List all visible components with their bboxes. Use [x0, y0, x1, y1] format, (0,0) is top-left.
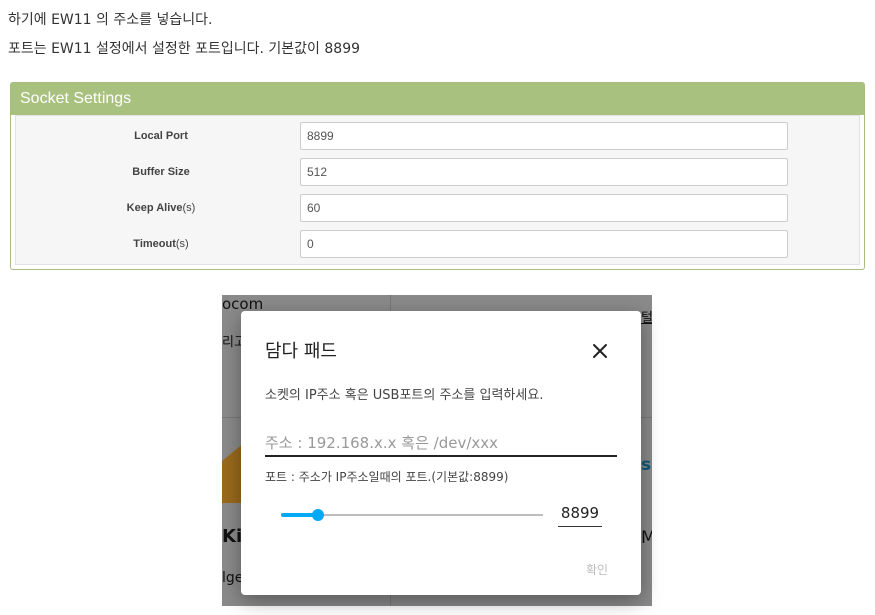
port-slider[interactable]	[281, 505, 543, 525]
local-port-input[interactable]: 8899	[300, 122, 788, 150]
damda-pad-dialog: 담다 패드 소켓의 IP주소 혹은 USB포트의 주소를 입력하세요. 포트 :…	[241, 311, 641, 595]
intro-line-2: 포트는 EW11 설정에서 설정한 포트입니다. 기본값이 8899	[8, 41, 361, 57]
port-help-text: 포트 : 주소가 IP주소일때의 포트.(기본값:8899)	[265, 470, 509, 484]
socket-settings-panel: Socket Settings Local Port 8899 Buffer S…	[10, 82, 865, 270]
keep-alive-input[interactable]: 60	[300, 194, 788, 222]
dialog-title: 담다 패드	[265, 341, 337, 362]
intro-text: 하기에 EW11 의 주소를 넣습니다. 포트는 EW11 설정에서 설정한 포…	[8, 6, 360, 64]
row-label: Local Port	[134, 130, 188, 142]
background-fragment: s	[641, 455, 652, 475]
row-label: Timeout(s)	[133, 238, 189, 250]
port-number-field[interactable]: 8899	[558, 500, 602, 527]
row-local-port: Local Port 8899	[16, 122, 859, 152]
buffer-size-input[interactable]: 512	[300, 158, 788, 186]
row-label: Keep Alive(s)	[126, 202, 196, 214]
panel-body: Local Port 8899 Buffer Size 512 Keep Ali…	[15, 115, 860, 265]
row-timeout: Timeout(s) 0	[16, 230, 859, 260]
row-label: Buffer Size	[132, 166, 190, 178]
intro-line-1: 하기에 EW11 의 주소를 넣습니다.	[8, 12, 213, 28]
dialog-description: 소켓의 IP주소 혹은 USB포트의 주소를 입력하세요.	[265, 388, 544, 403]
background-fragment: M	[641, 528, 652, 548]
address-input[interactable]	[265, 431, 617, 457]
timeout-input[interactable]: 0	[300, 230, 788, 258]
slider-thumb[interactable]	[311, 509, 324, 521]
close-icon[interactable]	[591, 342, 609, 360]
panel-title: Socket Settings	[11, 83, 864, 115]
row-keep-alive: Keep Alive(s) 60	[16, 194, 859, 224]
background-fragment: 털	[641, 311, 652, 326]
row-buffer-size: Buffer Size 512	[16, 158, 859, 188]
confirm-button[interactable]: 확인	[586, 561, 608, 578]
